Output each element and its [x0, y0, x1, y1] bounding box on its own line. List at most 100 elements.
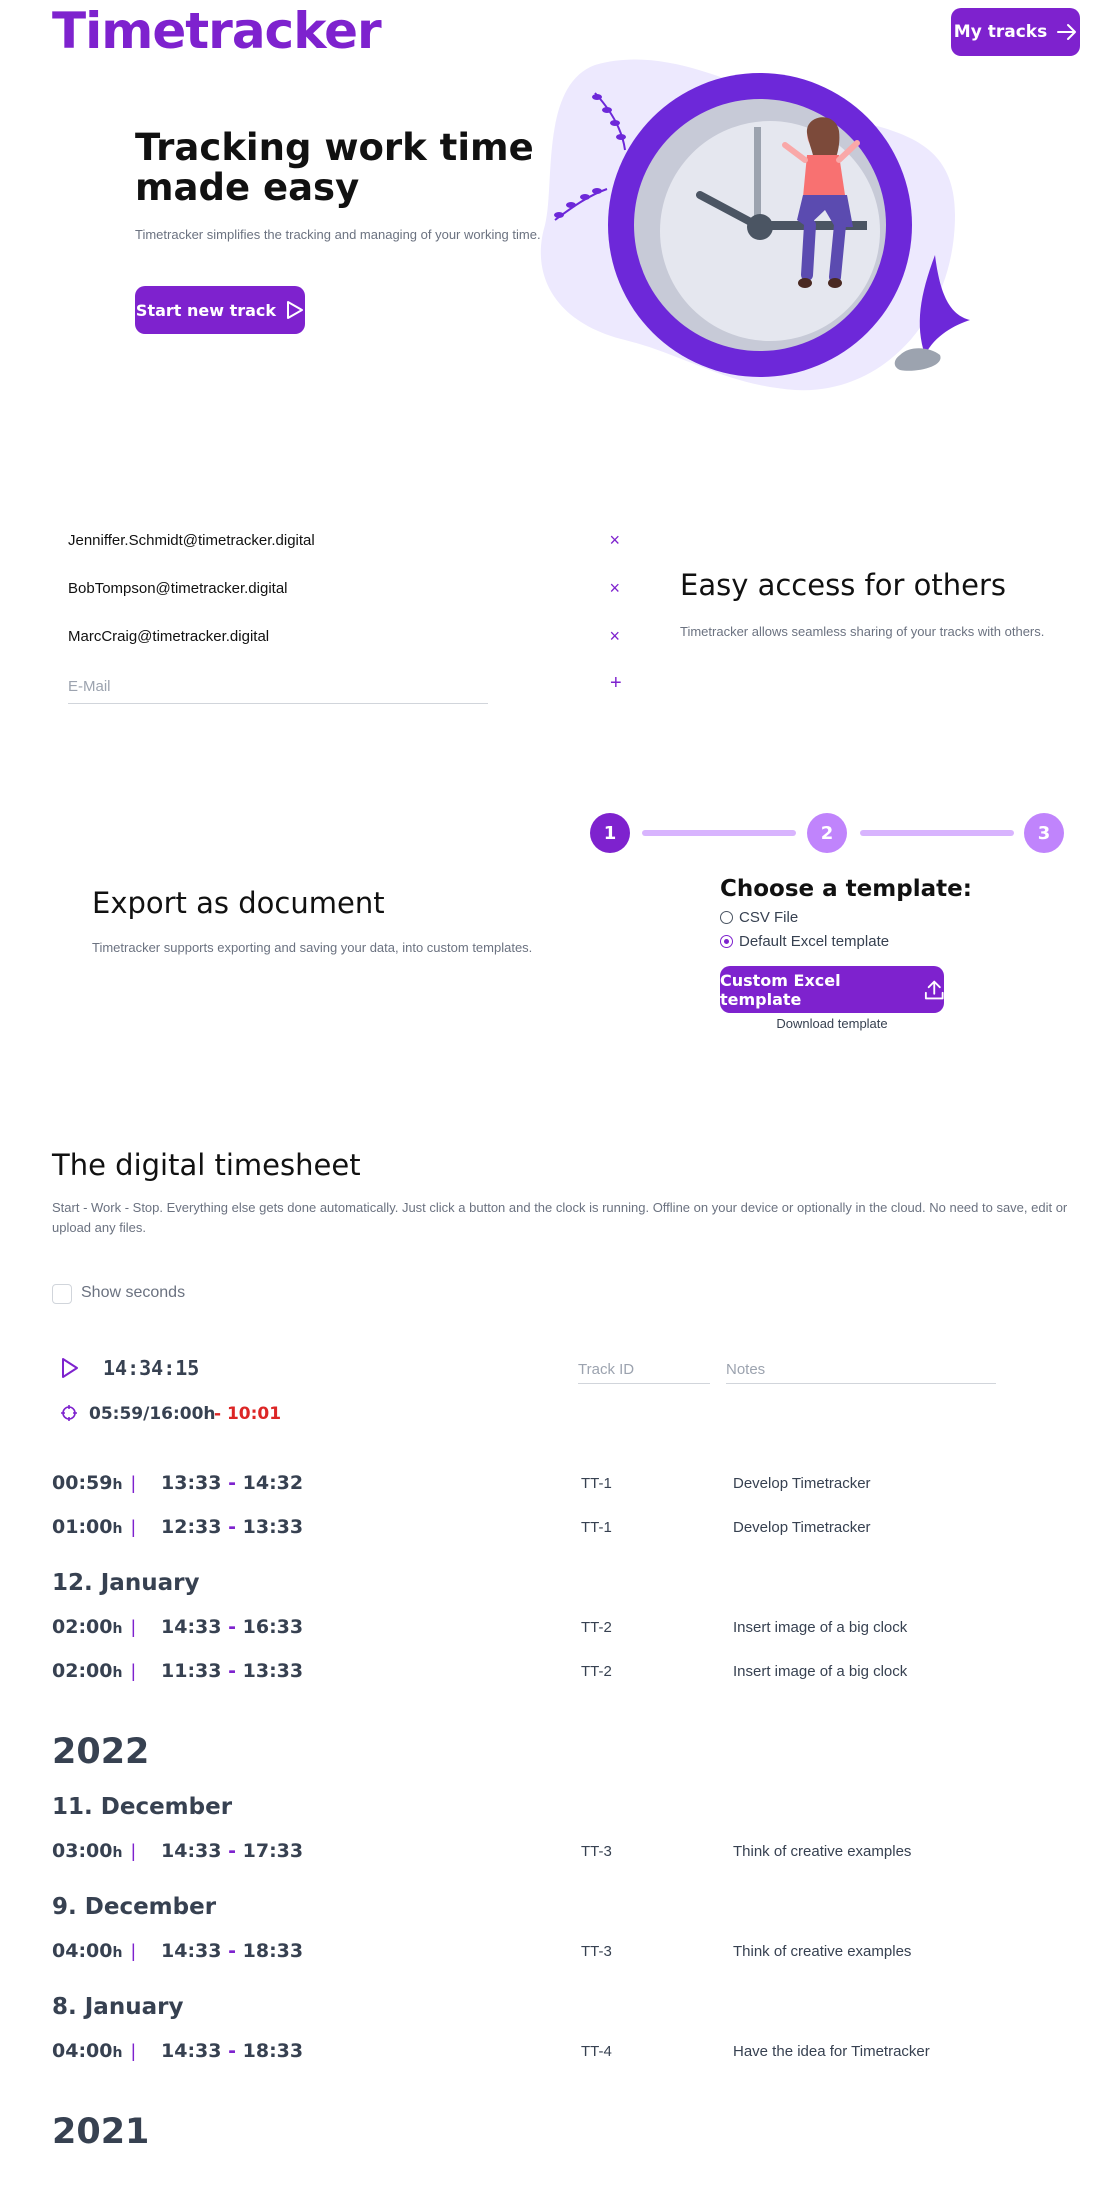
entry-time-range: 12:33 - 13:33 — [161, 1516, 304, 1538]
entry-note: Develop Timetracker — [733, 1518, 871, 1536]
day-heading: 8. January — [52, 1994, 184, 2020]
track-entry[interactable]: 01:00h | 12:33 - 13:33 TT-1 Develop Time… — [52, 1512, 1052, 1542]
entry-track-id: TT-2 — [581, 1662, 612, 1680]
target-icon — [61, 1405, 77, 1421]
entry-track-id: TT-4 — [581, 2042, 612, 2060]
day-heading: 11. December — [52, 1794, 233, 1820]
separator: | — [131, 1660, 136, 1681]
separator: | — [131, 1616, 136, 1637]
entry-note: Have the idea for Timetracker — [733, 2042, 930, 2060]
remove-user-button[interactable]: × — [609, 626, 628, 647]
entry-note: Insert image of a big clock — [733, 1618, 908, 1636]
current-timer: 14:34:15 — [103, 1356, 200, 1380]
start-new-track-button[interactable]: Start new track — [135, 286, 305, 334]
entry-note: Think of creative examples — [733, 1942, 912, 1960]
step-1[interactable]: 1 — [590, 813, 630, 853]
step-3[interactable]: 3 — [1024, 813, 1064, 853]
shared-user-email: Jenniffer.Schmidt@timetracker.digital — [68, 531, 315, 549]
remove-user-button[interactable]: × — [609, 530, 628, 551]
notes-input[interactable] — [726, 1356, 996, 1384]
year-heading: 2022 — [52, 1732, 150, 1772]
track-entry[interactable]: 00:59h | 13:33 - 14:32 TT-1 Develop Time… — [52, 1468, 1052, 1498]
track-id-input[interactable] — [578, 1356, 710, 1384]
download-template-link[interactable]: Download template — [720, 1016, 944, 1031]
day-heading: 12. January — [52, 1570, 200, 1596]
entry-duration: 00:59h — [52, 1472, 123, 1494]
clock-illustration — [540, 59, 970, 391]
radio-button[interactable] — [720, 911, 733, 924]
separator: | — [131, 1516, 136, 1537]
entry-track-id: TT-3 — [581, 1842, 612, 1860]
entry-duration: 03:00h — [52, 1840, 123, 1862]
option-csv[interactable]: CSV File — [720, 909, 798, 926]
track-entry[interactable]: 02:00h | 14:33 - 16:33 TT-2 Insert image… — [52, 1612, 1052, 1642]
play-icon[interactable] — [60, 1357, 80, 1379]
upload-icon — [924, 980, 944, 999]
remove-user-button[interactable]: × — [609, 578, 628, 599]
entry-time-range: 14:33 - 16:33 — [161, 1616, 304, 1638]
separator: | — [131, 1940, 136, 1961]
entry-track-id: TT-2 — [581, 1618, 612, 1636]
shared-user-row: BobTompson@timetracker.digital × — [68, 568, 628, 608]
arrow-right-icon — [1057, 24, 1077, 40]
timesheet-title: The digital timesheet — [52, 1148, 361, 1182]
separator: | — [131, 1472, 136, 1493]
entry-duration: 02:00h — [52, 1660, 123, 1682]
entry-note: Insert image of a big clock — [733, 1662, 908, 1680]
step-connector — [642, 830, 796, 836]
track-entry[interactable]: 04:00h | 14:33 - 18:33 TT-3 Think of cre… — [52, 1936, 1052, 1966]
day-heading: 9. December — [52, 1894, 217, 1920]
email-input[interactable] — [68, 670, 488, 704]
track-entry[interactable]: 04:00h | 14:33 - 18:33 TT-4 Have the ide… — [52, 2036, 1052, 2066]
shared-user-email: BobTompson@timetracker.digital — [68, 579, 288, 597]
shared-user-row: MarcCraig@timetracker.digital × — [68, 616, 628, 656]
start-new-track-label: Start new track — [135, 300, 277, 320]
my-tracks-label: My tracks — [953, 22, 1048, 42]
sharing-title: Easy access for others — [680, 568, 1006, 602]
entry-time-range: 14:33 - 18:33 — [161, 2040, 304, 2062]
shared-user-row: Jenniffer.Schmidt@timetracker.digital × — [68, 520, 628, 560]
add-user-button[interactable]: + — [610, 672, 622, 695]
shared-user-email: MarcCraig@timetracker.digital — [68, 627, 270, 645]
custom-template-label: Custom Excel template — [720, 970, 841, 1009]
entry-track-id: TT-1 — [581, 1474, 612, 1492]
timesheet-text: Start - Work - Stop. Everything else get… — [52, 1200, 1068, 1235]
entry-note: Develop Timetracker — [733, 1474, 871, 1492]
daily-goal: 05:59/16:00h — [89, 1404, 216, 1424]
entry-time-range: 14:33 - 18:33 — [161, 1940, 304, 1962]
entry-time-range: 14:33 - 17:33 — [161, 1840, 304, 1862]
option-label: Default Excel template — [739, 933, 890, 950]
remaining-time: - 10:01 — [214, 1404, 282, 1424]
option-default-excel[interactable]: Default Excel template — [720, 933, 889, 950]
entry-track-id: TT-1 — [581, 1518, 612, 1536]
separator: | — [131, 1840, 136, 1861]
custom-excel-template-button[interactable]: Custom Excel template — [720, 966, 944, 1013]
option-label: CSV File — [739, 909, 799, 926]
export-text: Timetracker supports exporting and savin… — [92, 940, 533, 955]
step-2[interactable]: 2 — [807, 813, 847, 853]
entry-track-id: TT-3 — [581, 1942, 612, 1960]
entry-duration: 04:00h — [52, 1940, 123, 1962]
entry-time-range: 11:33 - 13:33 — [161, 1660, 304, 1682]
entry-time-range: 13:33 - 14:32 — [161, 1472, 304, 1494]
year-heading: 2021 — [52, 2112, 150, 2152]
entry-duration: 02:00h — [52, 1616, 123, 1638]
hero-text: Timetracker simplifies the tracking and … — [135, 227, 541, 242]
hero-title: Tracking work time made easy — [135, 126, 534, 209]
entry-duration: 04:00h — [52, 2040, 123, 2062]
show-seconds-checkbox[interactable] — [52, 1284, 72, 1304]
track-entry[interactable]: 02:00h | 11:33 - 13:33 TT-2 Insert image… — [52, 1656, 1052, 1686]
play-icon — [287, 301, 304, 319]
entry-duration: 01:00h — [52, 1516, 123, 1538]
template-title: Choose a template: — [720, 876, 972, 902]
show-seconds-label[interactable]: Show seconds — [81, 1284, 185, 1302]
separator: | — [131, 2040, 136, 2061]
app-logo[interactable]: Timetracker — [52, 2, 382, 60]
track-entry[interactable]: 03:00h | 14:33 - 17:33 TT-3 Think of cre… — [52, 1836, 1052, 1866]
export-title: Export as document — [92, 886, 385, 920]
entry-note: Think of creative examples — [733, 1842, 912, 1860]
step-connector — [860, 830, 1014, 836]
sharing-text: Timetracker allows seamless sharing of y… — [680, 624, 1045, 639]
radio-button-selected[interactable] — [720, 935, 733, 948]
my-tracks-button[interactable]: My tracks — [951, 8, 1080, 56]
